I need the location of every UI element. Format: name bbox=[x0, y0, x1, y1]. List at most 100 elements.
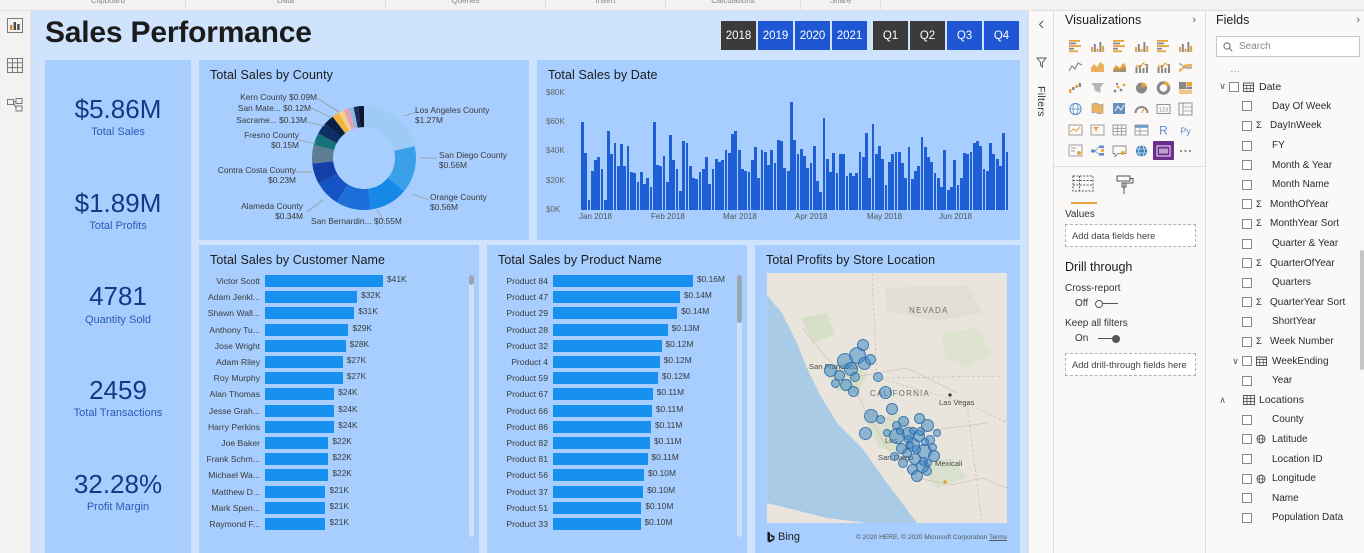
slicer-year-2021[interactable]: 2021 bbox=[832, 21, 867, 50]
bar-row[interactable]: Victor Scott$41K bbox=[199, 273, 479, 289]
donut-chart-icon[interactable] bbox=[1153, 78, 1174, 97]
map-bubble[interactable] bbox=[859, 427, 872, 440]
field-checkbox[interactable] bbox=[1242, 239, 1252, 249]
field-weekending[interactable]: ∨WeekEnding bbox=[1216, 351, 1360, 371]
collapse-fields-chevron-icon[interactable]: › bbox=[1356, 14, 1360, 26]
filter-funnel-icon[interactable] bbox=[1036, 55, 1047, 73]
field-checkbox[interactable] bbox=[1242, 474, 1252, 484]
slicer-quarter-q3[interactable]: Q3 bbox=[947, 21, 982, 50]
field-monthyear-sort[interactable]: ΣMonthYear Sort bbox=[1216, 214, 1360, 234]
filled-map-icon[interactable] bbox=[1087, 99, 1108, 118]
matrix-icon[interactable] bbox=[1131, 120, 1152, 139]
field-checkbox[interactable] bbox=[1242, 493, 1252, 503]
map-bubble[interactable] bbox=[831, 379, 840, 388]
total-sales-by-customer-visual[interactable]: Total Sales by Customer Name Victor Scot… bbox=[199, 245, 479, 553]
slicer-icon[interactable] bbox=[1087, 120, 1108, 139]
bar-row[interactable]: Product 51$0.10M bbox=[487, 500, 747, 516]
map-bubble[interactable] bbox=[914, 413, 925, 424]
area-chart-icon[interactable] bbox=[1087, 57, 1108, 76]
r-script-visual-icon[interactable]: R bbox=[1153, 120, 1174, 139]
field-checkbox[interactable] bbox=[1242, 356, 1252, 366]
pie-chart-icon[interactable] bbox=[1131, 78, 1152, 97]
date-bars[interactable] bbox=[581, 93, 1009, 210]
map-bubble[interactable] bbox=[933, 429, 941, 437]
bar-row[interactable]: Anthony Tu...$29K bbox=[199, 322, 479, 338]
bar-row[interactable]: Adam Riley$27K bbox=[199, 354, 479, 370]
bar-row[interactable]: Product 37$0.10M bbox=[487, 483, 747, 499]
map-bubble[interactable] bbox=[848, 386, 859, 397]
product-scrollbar[interactable] bbox=[737, 275, 742, 537]
bar-row[interactable]: Alan Thomas$24K bbox=[199, 386, 479, 402]
python-visual-icon[interactable]: Py bbox=[1175, 120, 1196, 139]
field-shortyear[interactable]: ShortYear bbox=[1216, 312, 1360, 332]
field-checkbox[interactable] bbox=[1242, 219, 1252, 229]
map-bubble[interactable] bbox=[857, 339, 869, 351]
field-population-data[interactable]: Population Data bbox=[1216, 508, 1360, 528]
map-bubble[interactable] bbox=[850, 372, 860, 382]
bar-row[interactable]: Michael Wa...$22K bbox=[199, 467, 479, 483]
bar-row[interactable]: Product 82$0.11M bbox=[487, 435, 747, 451]
fields-search-input[interactable]: Search bbox=[1216, 36, 1360, 57]
map-bubble[interactable] bbox=[922, 466, 932, 476]
data-view-icon[interactable] bbox=[3, 54, 27, 76]
stacked-bar-chart-icon[interactable] bbox=[1065, 36, 1086, 55]
date-bar[interactable] bbox=[1006, 152, 1009, 211]
bar-row[interactable]: Product 67$0.11M bbox=[487, 386, 747, 402]
map-bubble[interactable] bbox=[883, 429, 891, 437]
multi-row-card-icon[interactable] bbox=[1175, 99, 1196, 118]
map-bubble[interactable] bbox=[886, 403, 898, 415]
format-paint-roller-icon[interactable] bbox=[1113, 174, 1139, 200]
stacked-column-chart-icon[interactable] bbox=[1087, 36, 1108, 55]
bar-row[interactable]: Raymond F...$21K bbox=[199, 516, 479, 532]
fields-table-date[interactable]: ∨Date bbox=[1216, 77, 1360, 97]
field-checkbox[interactable] bbox=[1242, 160, 1252, 170]
field-week-number[interactable]: ΣWeek Number bbox=[1216, 332, 1360, 352]
waterfall-chart-icon[interactable] bbox=[1065, 78, 1086, 97]
map-bubble[interactable] bbox=[896, 443, 907, 454]
field-fy[interactable]: FY bbox=[1216, 136, 1360, 156]
field-checkbox[interactable] bbox=[1229, 82, 1239, 92]
kpi-icon[interactable] bbox=[1065, 120, 1086, 139]
map-bubble[interactable] bbox=[898, 458, 908, 468]
field-checkbox[interactable] bbox=[1242, 278, 1252, 288]
field-checkbox[interactable] bbox=[1242, 337, 1252, 347]
bar-row[interactable]: Adam Jenkl...$32K bbox=[199, 289, 479, 305]
stacked-area-chart-icon[interactable] bbox=[1109, 57, 1130, 76]
expand-chevron-icon[interactable]: ∧ bbox=[1216, 395, 1229, 406]
field-quarteryear-sort[interactable]: ΣQuarterYear Sort bbox=[1216, 293, 1360, 313]
map-bubble[interactable] bbox=[921, 438, 929, 446]
qa-visual-icon[interactable] bbox=[1109, 141, 1130, 160]
map-bubble[interactable] bbox=[873, 372, 883, 382]
slicer-quarter-q4[interactable]: Q4 bbox=[984, 21, 1019, 50]
toggle-switch[interactable] bbox=[1095, 299, 1121, 309]
field-checkbox[interactable] bbox=[1242, 513, 1252, 523]
bar-row[interactable]: Product 32$0.12M bbox=[487, 338, 747, 354]
field-checkbox[interactable] bbox=[1242, 297, 1252, 307]
bar-row[interactable]: Product 29$0.14M bbox=[487, 305, 747, 321]
bar-row[interactable]: Frank Schm...$22K bbox=[199, 451, 479, 467]
bar-row[interactable]: Jose Wright$28K bbox=[199, 338, 479, 354]
expand-chevron-icon[interactable]: ∨ bbox=[1229, 356, 1242, 367]
scatter-chart-icon[interactable] bbox=[1109, 78, 1130, 97]
field-dayinweek[interactable]: ΣDayInWeek bbox=[1216, 116, 1360, 136]
gauge-icon[interactable] bbox=[1131, 99, 1152, 118]
total-sales-by-county-visual[interactable]: Total Sales by County bbox=[199, 60, 529, 240]
map-bubble[interactable] bbox=[916, 427, 925, 436]
field-checkbox[interactable] bbox=[1242, 101, 1252, 111]
treemap-icon[interactable] bbox=[1175, 78, 1196, 97]
field-checkbox[interactable] bbox=[1242, 141, 1252, 151]
cross-report-toggle[interactable]: Off bbox=[1065, 298, 1196, 309]
paginated-report-icon[interactable] bbox=[1153, 141, 1174, 160]
field-location-id[interactable]: Location ID bbox=[1216, 449, 1360, 469]
bar-row[interactable]: Product 33$0.10M bbox=[487, 516, 747, 532]
bar-row[interactable]: Product 28$0.13M bbox=[487, 322, 747, 338]
field-county[interactable]: County bbox=[1216, 410, 1360, 430]
card-icon[interactable]: 123 bbox=[1153, 99, 1174, 118]
bar-row[interactable]: Shawn Wall...$31K bbox=[199, 305, 479, 321]
funnel-chart-icon[interactable] bbox=[1087, 78, 1108, 97]
values-drop-zone[interactable]: Add data fields here bbox=[1065, 224, 1196, 247]
collapse-visualizations-chevron-icon[interactable]: › bbox=[1192, 14, 1196, 26]
map-bubble[interactable] bbox=[876, 415, 885, 424]
field-checkbox[interactable] bbox=[1242, 317, 1252, 327]
table-icon[interactable] bbox=[1109, 120, 1130, 139]
